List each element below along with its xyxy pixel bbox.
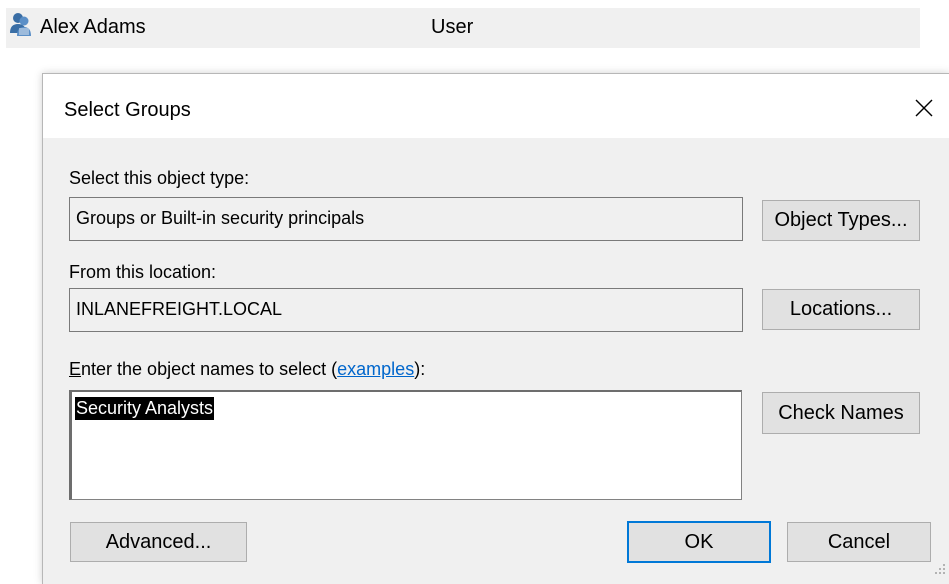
names-label: Enter the object names to select (exampl…: [69, 357, 425, 381]
names-label-accel: E: [69, 359, 82, 379]
user-icon: [8, 11, 34, 37]
check-names-button[interactable]: Check Names: [762, 392, 920, 434]
location-field: INLANEFREIGHT.LOCAL: [69, 288, 743, 332]
user-type: User: [431, 16, 474, 38]
close-icon: [915, 99, 933, 117]
cancel-button[interactable]: Cancel: [787, 522, 931, 562]
names-label-end: ):: [414, 359, 426, 379]
object-type-field: Groups or Built-in security principals: [69, 197, 743, 241]
user-name: Alex Adams: [40, 16, 146, 38]
select-groups-dialog: Select Groups Select this object type: G…: [42, 73, 949, 584]
names-label-text: nter the object names to select (: [81, 359, 338, 379]
location-label: From this location:: [69, 262, 217, 282]
object-names-selected-text: Security Analysts: [75, 397, 215, 420]
close-button[interactable]: [904, 88, 944, 128]
dialog-titlebar[interactable]: Select Groups: [43, 74, 949, 138]
ok-button[interactable]: OK: [627, 521, 771, 563]
object-types-button[interactable]: Object Types...: [762, 200, 920, 241]
dialog-title: Select Groups: [64, 99, 191, 121]
object-type-label: Select this object type:: [69, 168, 250, 188]
resize-grip-icon[interactable]: [931, 560, 947, 576]
advanced-button[interactable]: Advanced...: [70, 522, 247, 562]
examples-link[interactable]: examples: [337, 359, 414, 379]
object-names-input[interactable]: Security Analysts: [69, 390, 742, 500]
locations-button[interactable]: Locations...: [762, 289, 920, 330]
